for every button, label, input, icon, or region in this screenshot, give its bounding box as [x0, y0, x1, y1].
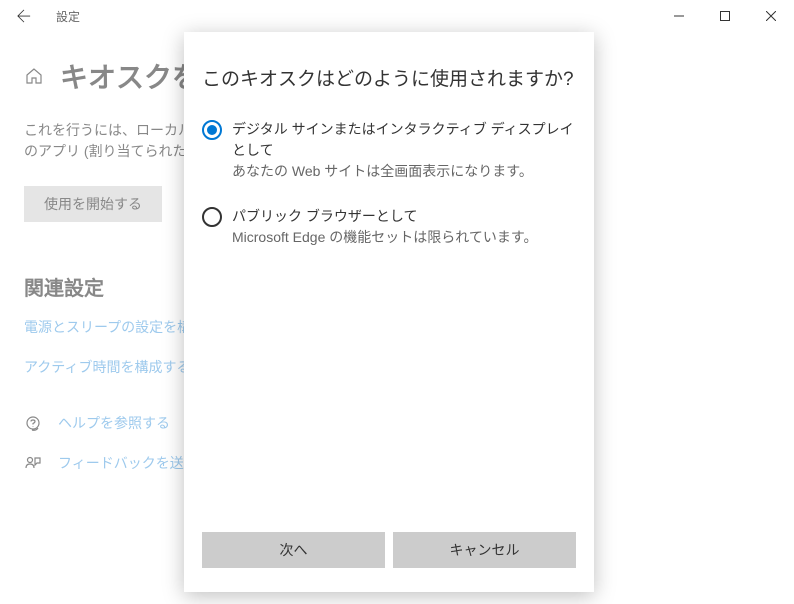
dialog-content: このキオスクはどのように使用されますか? デジタル サインまたはインタラクティブ… [184, 32, 594, 532]
start-button[interactable]: 使用を開始する [24, 186, 162, 222]
radio-text-group: デジタル サインまたはインタラクティブ ディスプレイとして あなたの Web サ… [232, 119, 576, 182]
radio-sublabel: あなたの Web サイトは全画面表示になります。 [232, 161, 576, 182]
page-title: キオスクを [60, 56, 200, 96]
minimize-button[interactable] [656, 0, 702, 32]
radio-option-public-browser[interactable]: パブリック ブラウザーとして Microsoft Edge の機能セットは限られ… [202, 206, 576, 248]
next-button[interactable]: 次へ [202, 532, 385, 568]
close-icon [766, 11, 776, 21]
help-icon [24, 414, 42, 432]
feedback-icon [24, 454, 42, 472]
back-button[interactable] [8, 0, 40, 32]
dialog-title: このキオスクはどのように使用されますか? [202, 64, 576, 91]
close-button[interactable] [748, 0, 794, 32]
minimize-icon [674, 11, 684, 21]
dialog-button-row: 次へ キャンセル [184, 532, 594, 592]
maximize-icon [720, 11, 730, 21]
help-link[interactable]: ヘルプを参照する [58, 413, 170, 433]
radio-button-unselected [202, 207, 222, 227]
radio-label: パブリック ブラウザーとして [232, 206, 537, 227]
cancel-button[interactable]: キャンセル [393, 532, 576, 568]
radio-dot-icon [207, 125, 217, 135]
radio-button-selected [202, 120, 222, 140]
radio-option-digital-sign[interactable]: デジタル サインまたはインタラクティブ ディスプレイとして あなたの Web サ… [202, 119, 576, 182]
kiosk-mode-dialog: このキオスクはどのように使用されますか? デジタル サインまたはインタラクティブ… [184, 32, 594, 592]
radio-label: デジタル サインまたはインタラクティブ ディスプレイとして [232, 119, 576, 161]
back-arrow-icon [17, 9, 31, 23]
window-title: 設定 [56, 8, 80, 25]
home-icon [24, 66, 44, 86]
maximize-button[interactable] [702, 0, 748, 32]
radio-sublabel: Microsoft Edge の機能セットは限られています。 [232, 227, 537, 248]
feedback-link[interactable]: フィードバックを送信 [58, 453, 198, 473]
radio-text-group: パブリック ブラウザーとして Microsoft Edge の機能セットは限られ… [232, 206, 537, 248]
titlebar: 設定 [0, 0, 794, 32]
window-controls [656, 0, 794, 32]
